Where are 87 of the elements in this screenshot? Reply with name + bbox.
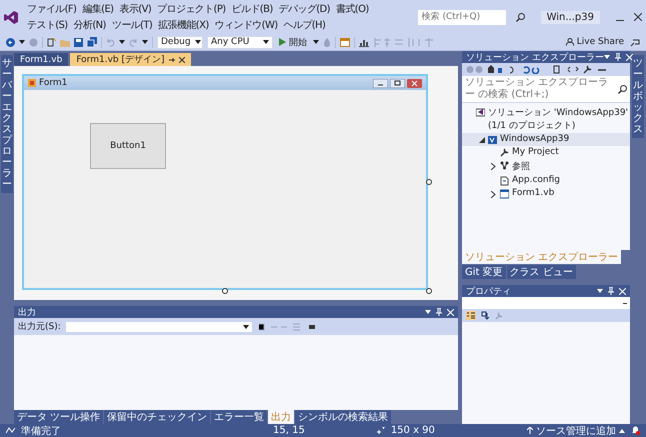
project-icon — [488, 135, 497, 145]
form-title: Form1 — [39, 78, 68, 88]
up-arrow-icon — [527, 427, 533, 434]
categorized-icon[interactable] — [466, 311, 476, 320]
tab[interactable]: エラー一覧 — [211, 410, 268, 424]
alphabetical-icon[interactable] — [481, 311, 490, 320]
dropdown-icon[interactable] — [597, 289, 603, 293]
platform-dropdown[interactable]: Any CPU — [207, 36, 273, 48]
new-item-icon[interactable] — [47, 38, 56, 46]
pin-icon[interactable] — [608, 287, 614, 295]
solution-name: Win...p39 — [540, 10, 600, 24]
back-icon[interactable] — [6, 38, 15, 46]
menu-item[interactable]: ウィンドウ(W) — [212, 17, 281, 33]
control-size: 150 x 90 — [390, 425, 435, 436]
visual-studio-logo — [4, 10, 18, 24]
close-button — [407, 78, 422, 88]
maximize-button — [390, 78, 405, 88]
collapsed-icon[interactable] — [491, 163, 496, 170]
tab[interactable]: データ ツール操作 — [14, 410, 104, 424]
menu-item[interactable]: ビルド(B) — [228, 1, 276, 17]
close-icon — [178, 56, 184, 62]
close-icon[interactable] — [634, 13, 642, 21]
configuration-dropdown[interactable]: Debug — [157, 36, 203, 48]
notification-icon[interactable] — [631, 426, 640, 435]
person-icon — [566, 38, 574, 46]
wrench-icon — [500, 148, 509, 158]
menu-item[interactable]: 拡張機能(X) — [155, 17, 212, 33]
pin-icon[interactable] — [614, 53, 621, 61]
tree-item[interactable]: WindowsApp39 — [462, 133, 630, 146]
menu-item[interactable]: テスト(S) — [24, 17, 71, 33]
menu-item[interactable]: プロジェクト(P) — [154, 1, 229, 17]
document-tab[interactable]: Form1.vb [デザイン] — [70, 53, 190, 66]
tree-item[interactable]: Form1.vb — [462, 187, 630, 200]
menu-item[interactable]: ヘルプ(H) — [280, 17, 328, 33]
tree-item[interactable]: 参照 — [462, 159, 630, 174]
output-tools-icon[interactable] — [256, 322, 317, 331]
side-tab[interactable]: ツールボックス — [632, 55, 644, 138]
panel-title: プロパティ — [466, 285, 511, 298]
source-label: 出力元(S): — [18, 320, 61, 333]
play-icon — [279, 38, 286, 46]
references-icon — [500, 161, 509, 171]
status-text: 準備完了 — [21, 424, 61, 437]
dropdown-icon[interactable] — [604, 55, 610, 59]
menu-item[interactable]: デバッグ(D) — [276, 1, 333, 17]
panel-title: ソリューション エクスプローラー — [466, 51, 604, 64]
form-window[interactable]: Form1 Button1 — [22, 74, 428, 290]
chart-icon[interactable] — [359, 38, 369, 46]
source-control-button[interactable]: ソース管理に追加 — [527, 424, 625, 437]
feedback-icon[interactable] — [630, 37, 640, 47]
form-icon — [28, 79, 36, 87]
pin-icon[interactable] — [436, 308, 442, 316]
side-tab[interactable]: サーバーエクスプローラー — [1, 55, 13, 193]
activity-icon — [6, 427, 15, 434]
resize-handle[interactable] — [426, 288, 432, 294]
form-button[interactable]: Button1 — [90, 123, 166, 169]
menu-item[interactable]: ファイル(F) — [24, 1, 80, 17]
dropdown-icon[interactable] — [425, 310, 431, 314]
collapsed-icon[interactable] — [491, 191, 496, 198]
minimize-button — [373, 78, 388, 88]
save-icon[interactable] — [74, 38, 83, 46]
tab[interactable]: 保留中のチェックイン — [104, 410, 210, 424]
document-tab[interactable]: Form1.vb — [14, 53, 68, 66]
browser-icon[interactable] — [340, 38, 350, 46]
tree-item[interactable]: My Project — [462, 146, 630, 159]
config-file-icon — [500, 176, 509, 186]
pin-icon — [168, 56, 174, 62]
menu-item[interactable]: 書式(O) — [332, 1, 372, 17]
cursor-position: 15, 15 — [273, 425, 305, 436]
tab[interactable]: シンボルの検索結果 — [295, 410, 392, 424]
live-share-button[interactable]: Live Share — [564, 37, 626, 47]
start-button[interactable]: 開始 — [277, 36, 309, 48]
solution-icon — [476, 107, 485, 117]
size-icon — [376, 426, 385, 434]
menu-item[interactable]: ツール(T) — [108, 17, 156, 33]
tab[interactable]: Git 変更 — [462, 265, 506, 279]
menu-item[interactable]: 編集(E) — [79, 1, 116, 17]
search-icon — [516, 12, 525, 22]
tab[interactable]: クラス ビュー — [506, 265, 576, 279]
menu-item[interactable]: 表示(V) — [116, 1, 154, 17]
expanded-icon[interactable] — [478, 137, 484, 143]
save-all-icon[interactable] — [87, 37, 97, 47]
search-icon — [618, 84, 627, 94]
tree-item[interactable]: ソリューション 'WindowsApp39' (1/1 のプロジェクト) — [462, 105, 630, 133]
tree-item[interactable]: App.config — [462, 174, 630, 187]
form-icon — [500, 189, 509, 199]
menu-item[interactable]: 分析(N) — [70, 17, 109, 33]
panel-title: 出力 — [18, 306, 36, 318]
